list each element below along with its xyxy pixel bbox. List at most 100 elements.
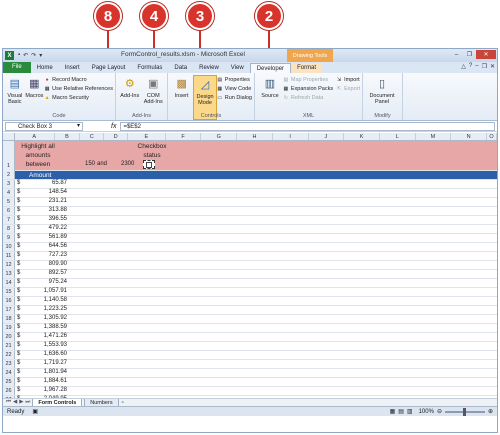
row-header[interactable]: 19 bbox=[3, 324, 15, 332]
tab-view[interactable]: View bbox=[225, 63, 250, 73]
column-header[interactable]: O bbox=[487, 133, 497, 140]
row-header[interactable]: 4 bbox=[3, 189, 15, 197]
export-button[interactable]: ⇱ Export bbox=[336, 85, 360, 93]
cell-a1[interactable]: Highlight all amounts between bbox=[18, 142, 58, 169]
zoom-slider-thumb[interactable] bbox=[462, 407, 466, 416]
amount-cell[interactable]: 1,719.27 bbox=[23, 360, 67, 366]
minimize-ribbon-icon[interactable]: △ bbox=[461, 63, 466, 70]
column-header[interactable]: M bbox=[416, 133, 452, 140]
row-header[interactable]: 6 bbox=[3, 207, 15, 215]
amount-cell[interactable]: 313.88 bbox=[23, 207, 67, 213]
view-code-button[interactable]: ▦ View Code bbox=[217, 85, 252, 93]
amount-cell[interactable]: 727.23 bbox=[23, 252, 67, 258]
amount-cell[interactable]: 975.24 bbox=[23, 279, 67, 285]
row-header[interactable]: 18 bbox=[3, 315, 15, 323]
insert-function-icon[interactable]: fx bbox=[111, 123, 116, 130]
row-header[interactable]: 21 bbox=[3, 342, 15, 350]
row-header[interactable]: 25 bbox=[3, 378, 15, 386]
macro-record-icon[interactable]: ▣ bbox=[32, 408, 38, 415]
row-header[interactable]: 9 bbox=[3, 234, 15, 242]
amount-cell[interactable]: 1,471.26 bbox=[23, 333, 67, 339]
help-icon[interactable]: ? bbox=[469, 63, 472, 70]
page-break-view-icon[interactable]: ▥ bbox=[407, 408, 413, 415]
record-macro-button[interactable]: ● Record Macro bbox=[44, 76, 113, 84]
name-box[interactable]: Check Box 3 bbox=[5, 121, 83, 131]
row-header[interactable]: 24 bbox=[3, 369, 15, 377]
amount-cell[interactable]: 1,057.91 bbox=[23, 288, 67, 294]
amount-cell[interactable]: 65.87 bbox=[23, 180, 67, 186]
amount-cell[interactable]: 231.21 bbox=[23, 198, 67, 204]
amount-cell[interactable]: 1,967.28 bbox=[23, 387, 67, 393]
new-sheet-icon[interactable]: ▫ bbox=[122, 400, 124, 406]
amount-cell[interactable]: 809.90 bbox=[23, 261, 67, 267]
amount-cell[interactable]: 1,140.58 bbox=[23, 297, 67, 303]
column-header[interactable]: E bbox=[128, 133, 166, 140]
save-icon[interactable]: ▪ bbox=[18, 52, 20, 59]
page-layout-view-icon[interactable]: ▤ bbox=[398, 408, 404, 415]
row-header[interactable]: 3 bbox=[3, 180, 15, 188]
checkbox-control[interactable] bbox=[143, 160, 155, 169]
row-header[interactable]: 8 bbox=[3, 225, 15, 233]
row-header[interactable]: 13 bbox=[3, 270, 15, 278]
tab-file[interactable]: File bbox=[3, 62, 31, 73]
cell-c1[interactable]: 150 bbox=[85, 161, 95, 167]
column-header[interactable]: G bbox=[201, 133, 238, 140]
column-header[interactable]: F bbox=[166, 133, 202, 140]
zoom-slider[interactable] bbox=[444, 407, 485, 416]
amount-cell[interactable]: 1,388.59 bbox=[23, 324, 67, 330]
column-header[interactable]: A bbox=[15, 133, 55, 140]
tab-home[interactable]: Home bbox=[31, 63, 59, 73]
doc-minimize-icon[interactable]: – bbox=[475, 63, 478, 70]
tab-format[interactable]: Format bbox=[291, 63, 323, 73]
amount-cell[interactable]: 1,553.93 bbox=[23, 342, 67, 348]
column-header[interactable]: J bbox=[309, 133, 345, 140]
amount-cell[interactable]: 1,223.25 bbox=[23, 306, 67, 312]
customize-qat-icon[interactable]: ▾ bbox=[39, 52, 42, 59]
row-header[interactable]: 11 bbox=[3, 252, 15, 260]
zoom-level[interactable]: 100% bbox=[419, 409, 434, 415]
import-button[interactable]: ⇲ Import bbox=[336, 76, 360, 84]
tab-insert[interactable]: Insert bbox=[59, 63, 86, 73]
row-header[interactable]: 20 bbox=[3, 333, 15, 341]
close-icon[interactable]: ✕ bbox=[476, 50, 496, 59]
amount-cell[interactable]: 1,801.94 bbox=[23, 369, 67, 375]
column-header[interactable]: L bbox=[380, 133, 416, 140]
tab-review[interactable]: Review bbox=[193, 63, 225, 73]
amount-cell[interactable]: 396.55 bbox=[23, 216, 67, 222]
row-header[interactable]: 10 bbox=[3, 243, 15, 251]
row-header[interactable]: 15 bbox=[3, 288, 15, 296]
redo-icon[interactable]: ↷ bbox=[31, 52, 36, 59]
amount-cell[interactable]: 1,884.61 bbox=[23, 378, 67, 384]
row-header[interactable]: 16 bbox=[3, 297, 15, 305]
column-header[interactable]: C bbox=[80, 133, 105, 140]
amount-cell[interactable]: 561.89 bbox=[23, 234, 67, 240]
row-header[interactable]: 5 bbox=[3, 198, 15, 206]
doc-close-icon[interactable]: ✕ bbox=[490, 63, 495, 70]
row-header[interactable]: 26 bbox=[3, 387, 15, 395]
refresh-data-button[interactable]: ↻ Refresh Data bbox=[283, 94, 333, 102]
undo-icon[interactable]: ↶ bbox=[23, 52, 28, 59]
column-header[interactable]: H bbox=[237, 133, 273, 140]
row-header[interactable]: 1 bbox=[3, 141, 15, 171]
column-header[interactable]: I bbox=[273, 133, 309, 140]
amount-cell[interactable]: 1,636.60 bbox=[23, 351, 67, 357]
tab-developer[interactable]: Developer bbox=[249, 63, 292, 73]
last-sheet-icon[interactable]: ⏭ bbox=[25, 399, 30, 406]
cell-a2[interactable]: Amount bbox=[29, 171, 51, 180]
minimize-icon[interactable]: – bbox=[450, 50, 463, 59]
cell-e1[interactable]: Checkbox status bbox=[133, 142, 171, 160]
first-sheet-icon[interactable]: ⏮ bbox=[6, 399, 11, 406]
column-header[interactable]: D bbox=[104, 133, 128, 140]
column-header[interactable]: N bbox=[451, 133, 488, 140]
amount-cell[interactable]: 892.57 bbox=[23, 270, 67, 276]
row-header[interactable]: 23 bbox=[3, 360, 15, 368]
select-all-corner[interactable] bbox=[3, 133, 15, 140]
run-dialog-button[interactable]: ▭ Run Dialog bbox=[217, 94, 252, 102]
amount-cell[interactable]: 479.22 bbox=[23, 225, 67, 231]
tab-page-layout[interactable]: Page Layout bbox=[86, 63, 132, 73]
properties-button[interactable]: ▤ Properties bbox=[217, 76, 252, 84]
restore-icon[interactable]: ❐ bbox=[463, 50, 476, 59]
prev-sheet-icon[interactable]: ◀ bbox=[13, 399, 17, 406]
doc-restore-icon[interactable]: ❐ bbox=[482, 63, 487, 70]
next-sheet-icon[interactable]: ▶ bbox=[19, 399, 23, 406]
